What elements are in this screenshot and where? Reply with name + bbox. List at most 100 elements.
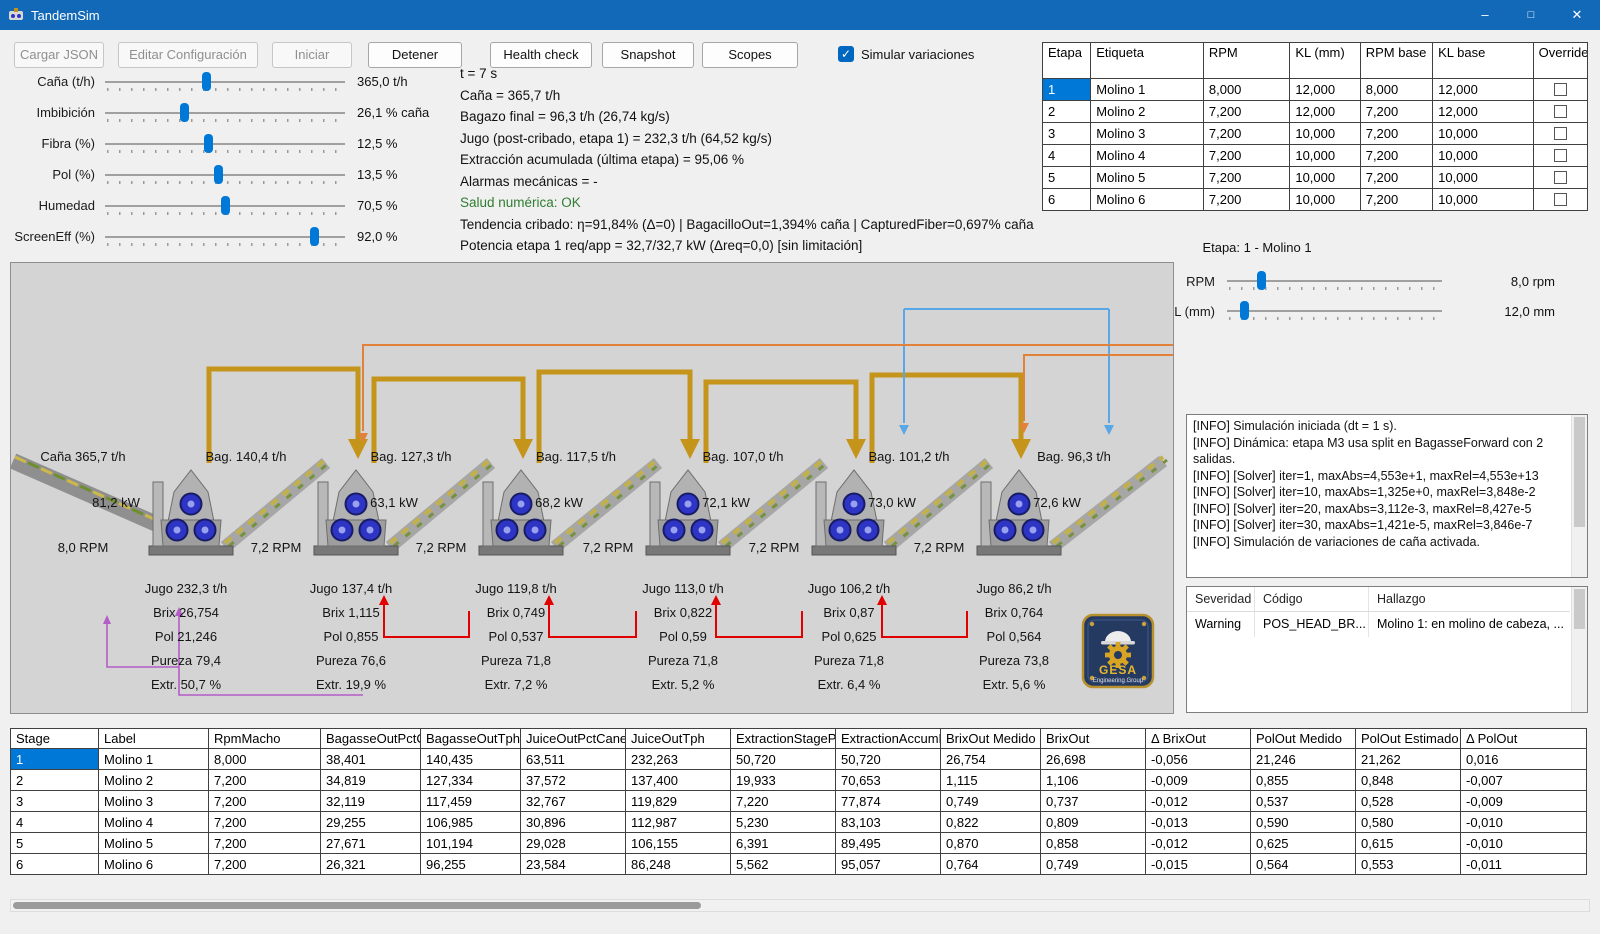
override-checkbox[interactable] <box>1554 171 1567 184</box>
table-cell[interactable]: 7,200 <box>209 833 321 854</box>
table-cell[interactable]: 12,000 <box>1433 101 1534 123</box>
table-cell[interactable]: 7,200 <box>1360 123 1432 145</box>
slider-track[interactable] <box>105 225 345 249</box>
table-cell[interactable]: -0,013 <box>1146 812 1251 833</box>
table-cell[interactable]: -0,011 <box>1461 854 1587 875</box>
table-cell[interactable]: 0,809 <box>1041 812 1146 833</box>
table-cell[interactable]: Molino 3 <box>1091 123 1204 145</box>
table-cell[interactable]: 95,057 <box>836 854 941 875</box>
table-cell[interactable]: 0,615 <box>1356 833 1461 854</box>
slider-thumb[interactable] <box>310 227 319 246</box>
slider-track[interactable] <box>105 101 345 125</box>
column-header[interactable]: Δ PolOut <box>1461 729 1587 749</box>
table-cell[interactable]: 8,000 <box>1360 79 1432 101</box>
table-cell[interactable]: 26,321 <box>321 854 421 875</box>
stop-button[interactable]: Detener <box>368 42 462 68</box>
table-cell[interactable]: 4 <box>1043 145 1091 167</box>
slider-thumb[interactable] <box>221 196 230 215</box>
table-cell[interactable] <box>1533 123 1587 145</box>
column-header[interactable]: RPM <box>1203 43 1289 79</box>
table-cell[interactable]: 1,115 <box>941 770 1041 791</box>
scrollbar-thumb[interactable] <box>1574 589 1585 629</box>
column-header[interactable]: PolOut Estimado <box>1356 729 1461 749</box>
override-checkbox[interactable] <box>1554 127 1567 140</box>
table-cell[interactable]: 101,194 <box>421 833 521 854</box>
table-cell[interactable]: 7,200 <box>1203 123 1289 145</box>
table-cell[interactable]: Molino 5 <box>1091 167 1204 189</box>
maximize-button[interactable]: □ <box>1508 0 1554 30</box>
table-cell[interactable]: 0,553 <box>1356 854 1461 875</box>
table-cell[interactable] <box>1533 101 1587 123</box>
table-cell[interactable] <box>1533 167 1587 189</box>
table-cell[interactable]: 8,000 <box>209 749 321 770</box>
table-cell[interactable]: 5,230 <box>731 812 836 833</box>
table-cell[interactable]: 70,653 <box>836 770 941 791</box>
slider-thumb[interactable] <box>204 134 213 153</box>
table-cell[interactable]: 1,106 <box>1041 770 1146 791</box>
column-header[interactable]: KL base <box>1433 43 1534 79</box>
table-cell[interactable]: -0,009 <box>1146 770 1251 791</box>
table-cell[interactable] <box>1533 189 1587 211</box>
table-cell[interactable]: 127,334 <box>421 770 521 791</box>
scrollbar-thumb[interactable] <box>13 902 701 909</box>
slider-track[interactable] <box>105 194 345 218</box>
table-cell[interactable] <box>1533 145 1587 167</box>
table-cell[interactable]: 10,000 <box>1433 167 1534 189</box>
minimize-button[interactable]: – <box>1462 0 1508 30</box>
snapshot-button[interactable]: Snapshot <box>602 42 694 68</box>
table-cell[interactable]: Molino 5 <box>99 833 209 854</box>
column-header[interactable]: Etapa <box>1043 43 1091 79</box>
table-cell[interactable]: Molino 2 <box>1091 101 1204 123</box>
slider-track[interactable] <box>1227 269 1442 293</box>
table-cell[interactable]: -0,015 <box>1146 854 1251 875</box>
column-header[interactable]: Etiqueta <box>1091 43 1204 79</box>
table-cell[interactable]: 7,200 <box>1360 101 1432 123</box>
table-cell[interactable]: 10,000 <box>1290 145 1360 167</box>
table-cell[interactable]: -0,012 <box>1146 791 1251 812</box>
scrollbar-thumb[interactable] <box>1574 417 1585 527</box>
slider-thumb[interactable] <box>214 165 223 184</box>
table-cell[interactable]: Molino 6 <box>99 854 209 875</box>
column-header[interactable]: RPM base <box>1360 43 1432 79</box>
table-cell[interactable]: -0,010 <box>1461 812 1587 833</box>
table-cell[interactable]: Molino 6 <box>1091 189 1204 211</box>
table-cell[interactable]: 32,119 <box>321 791 421 812</box>
table-cell[interactable]: 0,580 <box>1356 812 1461 833</box>
table-cell[interactable]: 29,255 <box>321 812 421 833</box>
table-cell[interactable]: 10,000 <box>1290 167 1360 189</box>
table-cell[interactable]: 50,720 <box>836 749 941 770</box>
table-cell[interactable]: 96,255 <box>421 854 521 875</box>
start-button[interactable]: Iniciar <box>272 42 352 68</box>
table-cell[interactable]: 12,000 <box>1290 79 1360 101</box>
table-cell[interactable]: 7,200 <box>1203 189 1289 211</box>
table-cell[interactable]: 10,000 <box>1433 123 1534 145</box>
override-checkbox[interactable] <box>1554 149 1567 162</box>
table-cell[interactable]: 12,000 <box>1290 101 1360 123</box>
table-cell[interactable]: 0,855 <box>1251 770 1356 791</box>
table-cell[interactable]: 7,200 <box>209 854 321 875</box>
table-cell[interactable]: 0,590 <box>1251 812 1356 833</box>
table-cell[interactable]: 0,764 <box>941 854 1041 875</box>
table-cell[interactable]: 0,749 <box>1041 854 1146 875</box>
table-cell[interactable]: -0,010 <box>1461 833 1587 854</box>
table-cell[interactable]: 5 <box>1043 167 1091 189</box>
table-cell[interactable]: 7,200 <box>209 791 321 812</box>
finding-row[interactable]: Warning POS_HEAD_BR... Molino 1: en moli… <box>1187 612 1570 637</box>
column-header-finding[interactable]: Hallazgo <box>1369 587 1570 611</box>
table-cell[interactable]: 0,528 <box>1356 791 1461 812</box>
table-cell[interactable]: 119,829 <box>626 791 731 812</box>
table-cell[interactable]: 6 <box>11 854 99 875</box>
table-cell[interactable]: 23,584 <box>521 854 626 875</box>
slider-track[interactable] <box>105 70 345 94</box>
findings-scrollbar[interactable] <box>1571 587 1587 712</box>
table-cell[interactable]: 4 <box>11 812 99 833</box>
horizontal-scrollbar[interactable] <box>10 899 1590 912</box>
table-cell[interactable]: 6,391 <box>731 833 836 854</box>
table-cell[interactable]: 1 <box>11 749 99 770</box>
table-cell[interactable]: 7,200 <box>1360 145 1432 167</box>
table-cell[interactable]: -0,009 <box>1461 791 1587 812</box>
slider-track[interactable] <box>105 163 345 187</box>
log-scrollbar[interactable] <box>1571 415 1587 577</box>
table-cell[interactable]: 30,896 <box>521 812 626 833</box>
column-header[interactable]: JuiceOutPctCane <box>521 729 626 749</box>
